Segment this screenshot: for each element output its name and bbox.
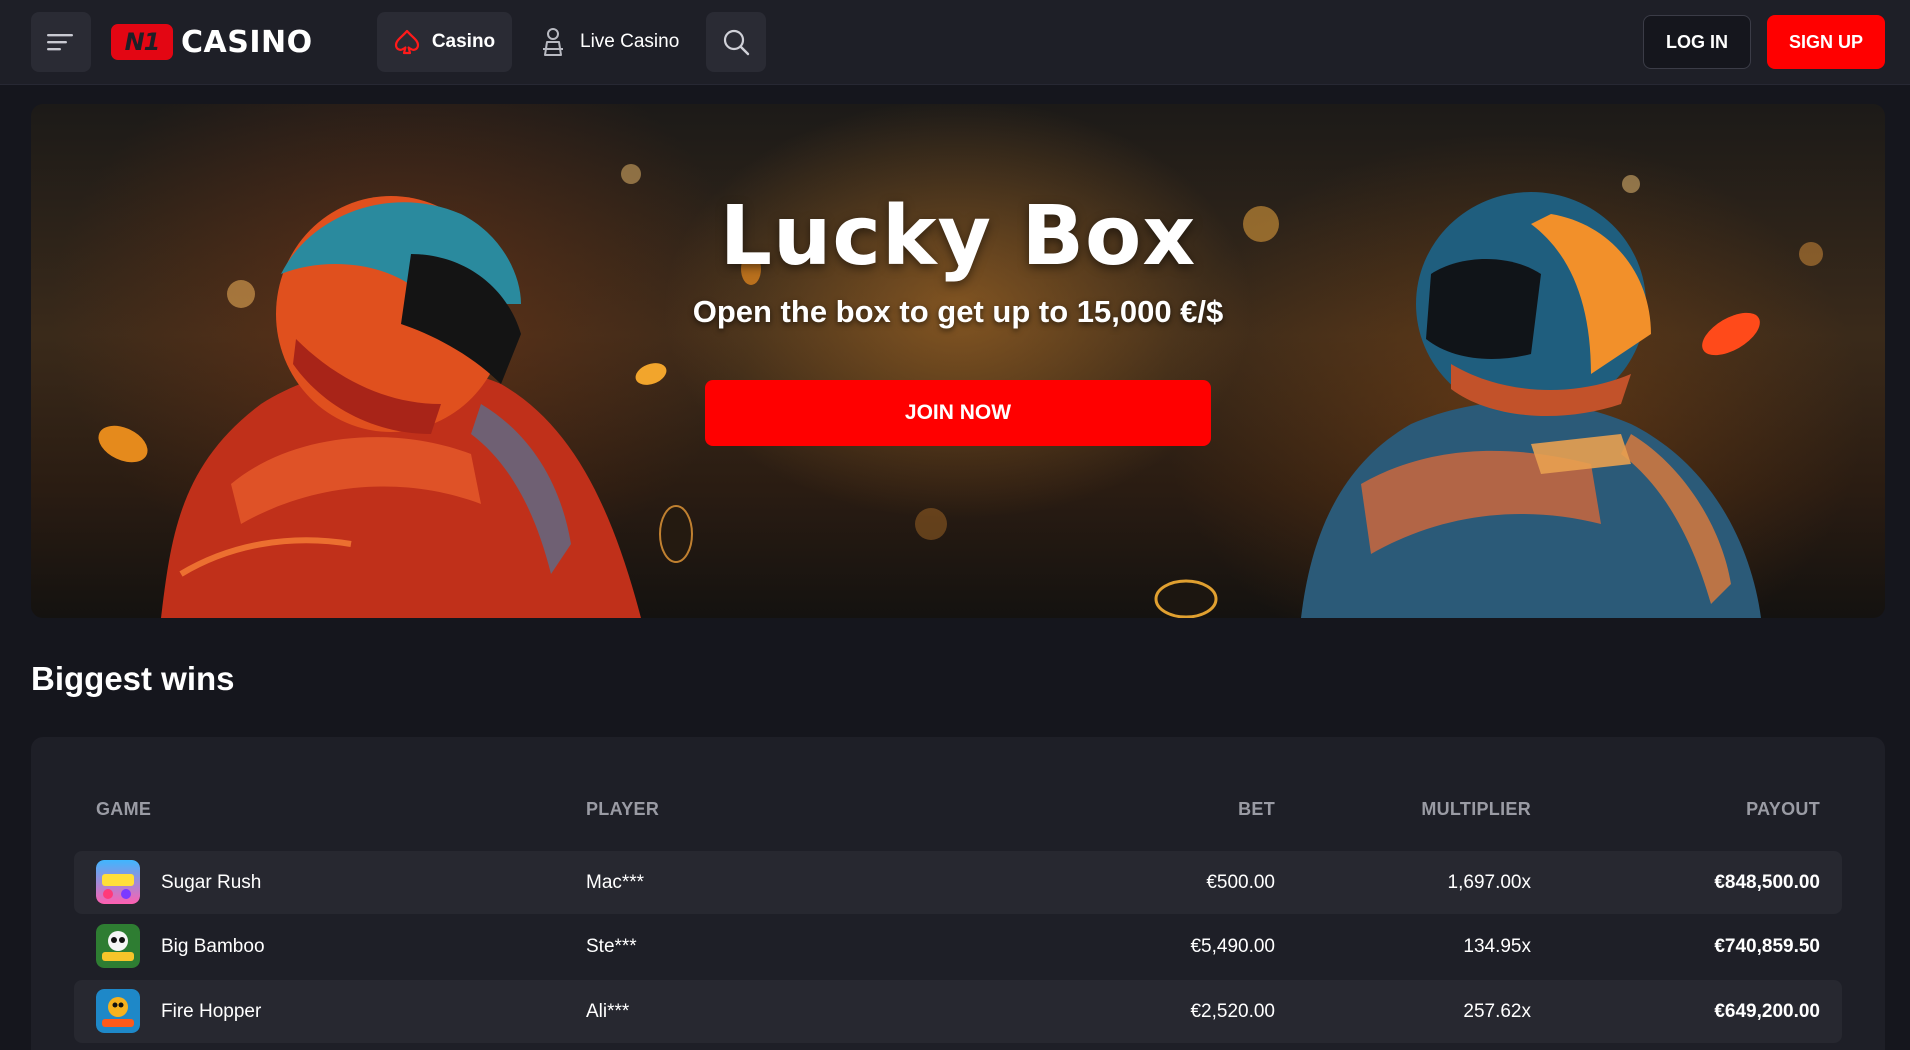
payout-amount: €649,200.00	[1714, 1000, 1820, 1022]
search-icon	[723, 29, 750, 56]
column-header-bet-label: BET	[1238, 799, 1275, 819]
promo-banner: Lucky Box Open the box to get up to 15,0…	[31, 104, 1885, 618]
player-name: Mac***	[586, 871, 645, 893]
logo-badge: N1	[111, 24, 173, 60]
nav-live-casino[interactable]: Live Casino	[530, 12, 689, 72]
nav-live-casino-label: Live Casino	[580, 31, 680, 52]
multiplier-value: 257.62x	[1463, 1000, 1531, 1022]
login-button[interactable]: LOG IN	[1643, 15, 1751, 69]
fire-hopper-thumbnail[interactable]	[96, 989, 140, 1033]
bet-amount: €5,490.00	[1190, 935, 1275, 957]
banner-title: Lucky Box	[719, 189, 1197, 284]
player-name: Ali***	[586, 1000, 630, 1022]
payout-amount: €848,500.00	[1714, 871, 1820, 893]
player-name: Ste***	[586, 935, 637, 957]
table-row[interactable]: Sugar Rush Mac*** €500.00 1,697.00x €848…	[74, 851, 1842, 914]
column-header-multiplier-label: MULTIPLIER	[1421, 799, 1531, 819]
site-logo[interactable]: N1 CASINO	[111, 22, 313, 62]
signup-button[interactable]: SIGN UP	[1767, 15, 1885, 69]
biggest-wins-table: GAME PLAYER BET MULTIPLIER PAYOUT Sugar …	[31, 737, 1885, 1050]
nav-casino[interactable]: Casino	[377, 12, 512, 72]
column-header-payout-label: PAYOUT	[1746, 799, 1820, 819]
game-name[interactable]: Fire Hopper	[161, 980, 261, 1043]
multiplier-value: 1,697.00x	[1447, 871, 1531, 893]
payout-amount: €740,859.50	[1714, 935, 1820, 957]
game-name[interactable]: Sugar Rush	[161, 851, 261, 914]
join-now-button[interactable]: JOIN NOW	[705, 380, 1211, 446]
hamburger-icon	[47, 34, 73, 51]
table-row[interactable]: Fire Hopper Ali*** €2,520.00 257.62x €64…	[74, 980, 1842, 1043]
bet-amount: €500.00	[1206, 871, 1275, 893]
big-bamboo-thumbnail[interactable]	[96, 924, 140, 968]
dealer-icon	[543, 28, 563, 56]
table-row[interactable]: Big Bamboo Ste*** €5,490.00 134.95x €740…	[74, 915, 1842, 978]
banner-subtitle: Open the box to get up to 15,000 €/$	[692, 294, 1224, 329]
multiplier-value: 134.95x	[1463, 935, 1531, 957]
top-header: N1 CASINO Casino Live Casino LOG IN SIGN…	[0, 0, 1910, 85]
banner-illustration	[98, 164, 1823, 618]
nav-casino-label: Casino	[431, 31, 496, 52]
column-header-game: GAME	[96, 799, 152, 819]
sugar-rush-thumbnail[interactable]	[96, 860, 140, 904]
biggest-wins-title: Biggest wins	[31, 660, 235, 697]
logo-text: CASINO	[181, 24, 313, 60]
game-name[interactable]: Big Bamboo	[161, 915, 265, 978]
column-header-player: PLAYER	[586, 799, 660, 819]
menu-button[interactable]	[31, 12, 91, 72]
search-button[interactable]	[706, 12, 766, 72]
spade-icon	[394, 29, 419, 55]
bet-amount: €2,520.00	[1190, 1000, 1275, 1022]
